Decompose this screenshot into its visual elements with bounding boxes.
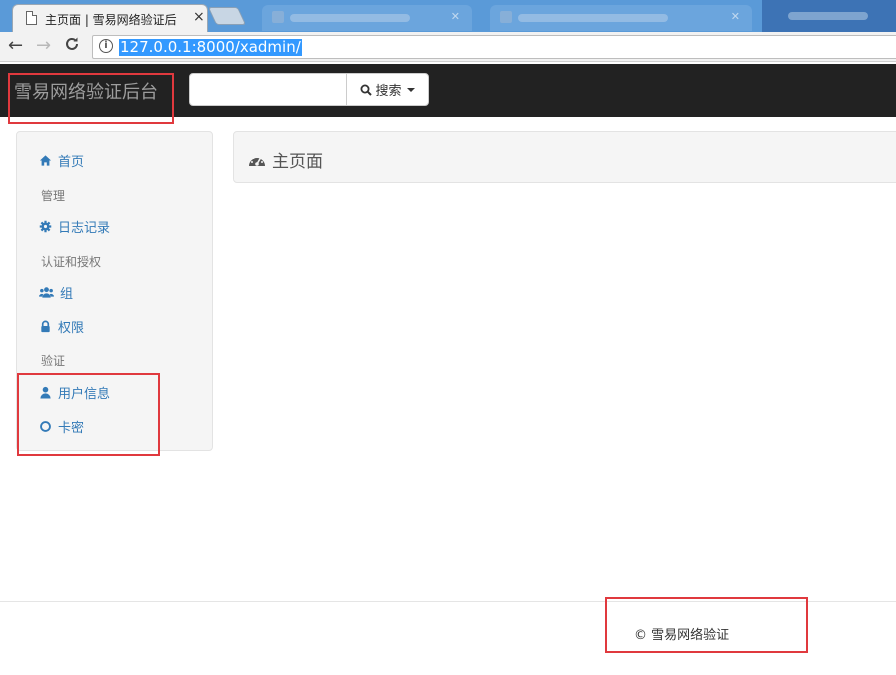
search-icon xyxy=(360,84,373,96)
annotation-box xyxy=(17,373,160,456)
annotation-box xyxy=(605,597,808,653)
sidebar-item-permissions[interactable]: 权限 xyxy=(39,317,84,336)
home-icon xyxy=(39,155,52,166)
sidebar-item-groups[interactable]: 组 xyxy=(39,283,73,302)
forward-arrow-icon[interactable]: → xyxy=(36,36,51,56)
background-tab[interactable] xyxy=(762,0,896,32)
close-icon[interactable]: ✕ xyxy=(451,10,460,23)
active-tab[interactable]: 主页面 | 雪易网络验证后 × xyxy=(12,4,208,32)
sidebar-item-label: 日志记录 xyxy=(58,221,111,236)
tab-close-icon[interactable]: × xyxy=(193,9,205,25)
dashboard-icon xyxy=(249,154,265,166)
page-icon xyxy=(26,11,37,25)
sidebar-item-label: 权限 xyxy=(58,321,85,336)
info-icon[interactable]: i xyxy=(99,39,113,53)
reload-icon[interactable] xyxy=(64,36,80,57)
favicon-icon xyxy=(272,11,284,23)
lock-icon xyxy=(41,320,50,333)
back-arrow-icon[interactable]: ← xyxy=(8,36,23,56)
background-tab[interactable]: ✕ xyxy=(262,5,472,31)
caret-down-icon xyxy=(406,87,415,92)
search-button-label: 搜索 xyxy=(375,84,402,99)
search-button[interactable]: 搜索 xyxy=(346,73,429,106)
sidebar-section-header: 认证和授权 xyxy=(41,255,102,269)
page-header: 主页面 xyxy=(233,131,896,183)
users-icon xyxy=(39,287,54,298)
sidebar-item-log[interactable]: 日志记录 xyxy=(39,217,110,236)
tab-title: 主页面 | 雪易网络验证后 xyxy=(45,13,177,27)
sidebar-section-header: 管理 xyxy=(41,189,66,203)
sidebar-item-label: 组 xyxy=(60,287,74,302)
background-tab[interactable]: ✕ xyxy=(490,5,752,31)
address-bar[interactable]: i 127.0.0.1:8000/xadmin/ xyxy=(92,35,896,59)
close-icon[interactable]: ✕ xyxy=(731,10,740,23)
gear-icon xyxy=(39,220,52,233)
sidebar-item-label: 首页 xyxy=(58,155,85,170)
search-input[interactable] xyxy=(189,73,347,106)
new-tab-button[interactable] xyxy=(207,7,247,25)
sidebar-item-home[interactable]: 首页 xyxy=(39,151,84,170)
page-title: 主页面 xyxy=(248,147,323,172)
browser-tabstrip: ✕ ✕ 主页面 | 雪易网络验证后 × xyxy=(0,0,896,32)
annotation-box xyxy=(8,73,174,124)
favicon-icon xyxy=(500,11,512,23)
sidebar-section-header: 验证 xyxy=(41,354,66,368)
browser-toolbar: ← → i 127.0.0.1:8000/xadmin/ xyxy=(0,32,896,62)
page-title-text: 主页面 xyxy=(272,152,323,172)
url-text[interactable]: 127.0.0.1:8000/xadmin/ xyxy=(119,39,302,56)
